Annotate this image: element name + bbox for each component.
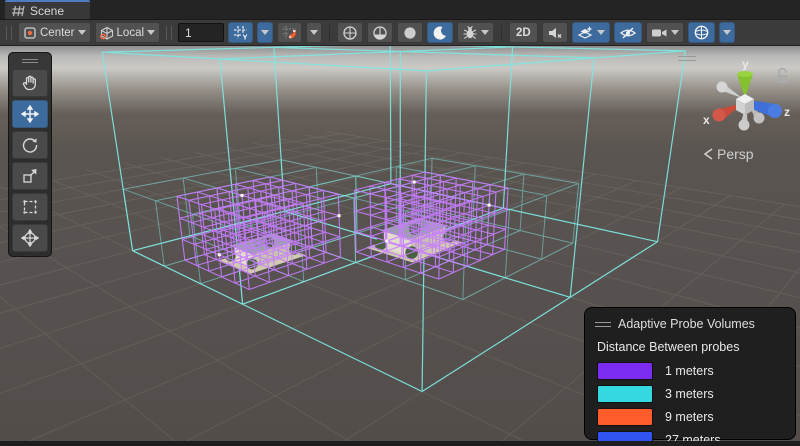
- unity-scene-window: Scene Center Local: [0, 0, 800, 446]
- grid-snapping-toggle[interactable]: Y: [228, 22, 253, 43]
- apv-color-swatch: [597, 385, 653, 403]
- hand-icon: [21, 74, 39, 92]
- audio-muted-icon: [547, 25, 563, 41]
- rotation-mode-dropdown[interactable]: Local: [95, 22, 161, 43]
- snap-settings-button[interactable]: [277, 22, 302, 43]
- chevron-down-icon: [481, 30, 489, 35]
- orientation-gizmo: y x z: [696, 58, 796, 144]
- chevron-down-icon: [597, 30, 605, 35]
- tools-drag-handle[interactable]: [12, 56, 48, 66]
- apv-color-swatch: [597, 408, 653, 426]
- apv-rows: 1 meters 3 meters 9 meters 27 meters: [595, 362, 785, 446]
- gizmo-sphere-icon: [693, 24, 710, 41]
- apv-legend-row: 3 meters: [597, 385, 785, 403]
- scene-visibility-toggle[interactable]: [614, 22, 642, 43]
- camera-settings-dropdown[interactable]: [646, 22, 684, 43]
- tab-bar: Scene: [0, 0, 800, 20]
- scene-grid-icon: [12, 5, 25, 17]
- toolbar-drag-handle[interactable]: [6, 26, 12, 40]
- apv-legend-row: 9 meters: [597, 408, 785, 426]
- transform-icon: [21, 229, 39, 247]
- apv-distance-label: 9 meters: [665, 410, 714, 424]
- pivot-icon: [23, 26, 37, 40]
- magnet-snap-icon: [282, 25, 297, 40]
- axis-z-label: z: [784, 105, 790, 119]
- gizmo-center-cube[interactable]: [736, 94, 754, 115]
- bug-icon: [462, 25, 478, 41]
- apv-drag-handle[interactable]: [595, 322, 611, 327]
- axis-y-label: y: [742, 58, 749, 71]
- lock-icon[interactable]: [778, 69, 788, 83]
- rotation-mode-label: Local: [117, 27, 145, 39]
- skybox-toggle[interactable]: [427, 22, 453, 43]
- apv-legend-row: 1 meters: [597, 362, 785, 380]
- gizmos-dropdown[interactable]: [719, 22, 735, 43]
- svg-text:Y: Y: [243, 33, 248, 41]
- tool-move[interactable]: [12, 100, 48, 128]
- snap-increment-input[interactable]: [178, 23, 224, 42]
- toolbar-drag-handle[interactable]: [166, 26, 172, 40]
- toolbar-separator: [329, 25, 330, 41]
- orientation-overlay-handle[interactable]: [678, 56, 696, 64]
- axis-x-label: x: [703, 113, 710, 127]
- viewport-bottom-strip: [0, 441, 800, 446]
- apv-color-swatch: [597, 362, 653, 380]
- tool-hand[interactable]: [12, 69, 48, 97]
- apv-distance-label: 1 meters: [665, 364, 714, 378]
- pivot-mode-label: Center: [40, 27, 75, 39]
- draw-mode-button[interactable]: [337, 22, 363, 43]
- scale-icon: [21, 167, 39, 185]
- shaded-wireframe-sphere-icon: [342, 25, 358, 41]
- chevron-down-icon: [310, 30, 318, 35]
- eye-slash-icon: [619, 25, 637, 41]
- tool-transform[interactable]: [12, 224, 48, 252]
- rendering-debugger-dropdown[interactable]: [572, 22, 610, 43]
- grid-snap-icon: Y: [233, 25, 248, 40]
- gizmos-toggle[interactable]: [688, 22, 715, 43]
- tool-scale[interactable]: [12, 162, 48, 190]
- rotate-icon: [21, 136, 39, 154]
- snap-settings-dropdown[interactable]: [306, 22, 322, 43]
- persp-arrow-icon: [703, 147, 713, 161]
- half-shaded-sphere-icon: [372, 25, 388, 41]
- 2d-mode-toggle[interactable]: 2D: [509, 22, 538, 43]
- 2d-label: 2D: [514, 27, 533, 39]
- grid-snapping-dropdown[interactable]: [257, 22, 273, 43]
- axis-y-handle[interactable]: [737, 71, 753, 98]
- apv-title: Adaptive Probe Volumes: [618, 317, 755, 331]
- projection-toggle[interactable]: Persp: [703, 146, 754, 162]
- tab-scene[interactable]: Scene: [5, 0, 90, 19]
- crescent-moon-icon: [432, 25, 448, 41]
- projection-label: Persp: [717, 146, 754, 162]
- chevron-down-icon: [671, 30, 679, 35]
- filled-circle-icon: [402, 25, 418, 41]
- camera-icon: [651, 26, 668, 40]
- chevron-down-icon: [723, 30, 731, 35]
- tool-rect[interactable]: [12, 193, 48, 221]
- pivot-mode-dropdown[interactable]: Center: [18, 22, 91, 43]
- apv-subtitle: Distance Between probes: [597, 340, 785, 354]
- local-cube-icon: [100, 26, 114, 40]
- chevron-down-icon: [78, 30, 86, 35]
- scene-viewport[interactable]: y x z Persp Adaptive Probe Volumes Dista…: [0, 46, 800, 446]
- move-icon: [21, 105, 39, 123]
- chevron-down-icon: [261, 30, 269, 35]
- audio-toggle[interactable]: [542, 22, 568, 43]
- tab-title: Scene: [30, 4, 64, 18]
- scene-lighting-toggle[interactable]: [367, 22, 393, 43]
- effects-dropdown[interactable]: [457, 22, 494, 43]
- scene-toolbar: Center Local Y: [0, 20, 800, 46]
- tool-rotate[interactable]: [12, 131, 48, 159]
- layers-sparkle-icon: [577, 25, 594, 41]
- light-circle-toggle[interactable]: [397, 22, 423, 43]
- chevron-down-icon: [147, 30, 155, 35]
- apv-legend-panel: Adaptive Probe Volumes Distance Between …: [584, 307, 796, 440]
- apv-distance-label: 3 meters: [665, 387, 714, 401]
- toolbar-separator: [501, 25, 502, 41]
- rect-tool-icon: [21, 198, 39, 216]
- tools-overlay: [8, 52, 52, 257]
